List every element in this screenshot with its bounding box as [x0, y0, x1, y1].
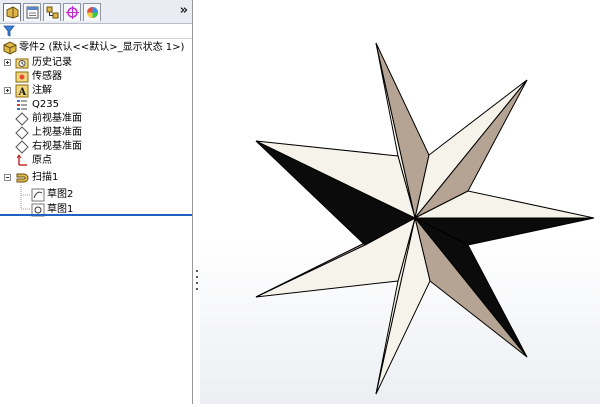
rollback-bar[interactable]	[0, 214, 192, 216]
dimxpert-tab-icon	[66, 6, 79, 19]
part-icon	[3, 41, 17, 55]
plane-icon	[15, 112, 29, 126]
property-manager-tab-icon	[26, 6, 39, 19]
tree-item-label: 传感器	[32, 71, 62, 82]
property-manager-tab[interactable]	[23, 3, 41, 21]
plane-icon	[15, 140, 29, 154]
svg-text:A: A	[18, 87, 27, 98]
feature-manager-tab[interactable]	[3, 3, 21, 21]
sketch-icon	[31, 188, 45, 202]
tree-item-label: 注解	[32, 85, 52, 96]
plane-icon	[15, 126, 29, 140]
expand-toggle[interactable]	[4, 87, 11, 94]
collapse-toggle[interactable]	[4, 174, 11, 181]
tree-item-label: 原点	[32, 155, 52, 166]
panel-tab-bar: »	[0, 0, 192, 24]
sensors-icon	[15, 71, 29, 83]
tree-item-label: 右视基准面	[32, 141, 82, 152]
configuration-manager-tab-icon	[46, 6, 59, 19]
configuration-manager-tab[interactable]	[43, 3, 61, 21]
display-manager-tab[interactable]	[83, 3, 101, 21]
origin-icon	[16, 154, 27, 166]
tree-item-label: 前视基准面	[32, 113, 82, 124]
graphics-viewport[interactable]	[200, 0, 600, 404]
display-manager-tab-icon	[87, 7, 98, 18]
filter-icon[interactable]	[3, 25, 15, 37]
material-icon	[17, 100, 27, 110]
tab-overflow-button[interactable]: »	[180, 3, 188, 18]
annotations-icon: A	[15, 84, 29, 98]
feature-manager-tab-icon	[6, 6, 19, 19]
tree-item-label: 历史记录	[32, 57, 72, 68]
seven-point-star-model	[255, 42, 595, 395]
tree-root-label: 零件2 (默认<<默认>_显示状态 1>)	[19, 42, 185, 53]
expand-toggle[interactable]	[4, 59, 11, 66]
feature-manager-panel: » 零件2 (默认<<默认>_显示状态 1>) 历史记录 传感器 A 注解 Q2…	[0, 0, 193, 404]
tree-item-label: 草图2	[47, 189, 74, 200]
tree-item-label: Q235	[32, 99, 59, 110]
sweep-feature-icon	[16, 173, 29, 183]
dimxpert-tab[interactable]	[63, 3, 81, 21]
tree-item-label: 扫描1	[32, 172, 59, 183]
tree-item-label: 上视基准面	[32, 127, 82, 138]
filter-bar[interactable]	[0, 24, 192, 39]
history-folder-icon	[15, 58, 29, 69]
